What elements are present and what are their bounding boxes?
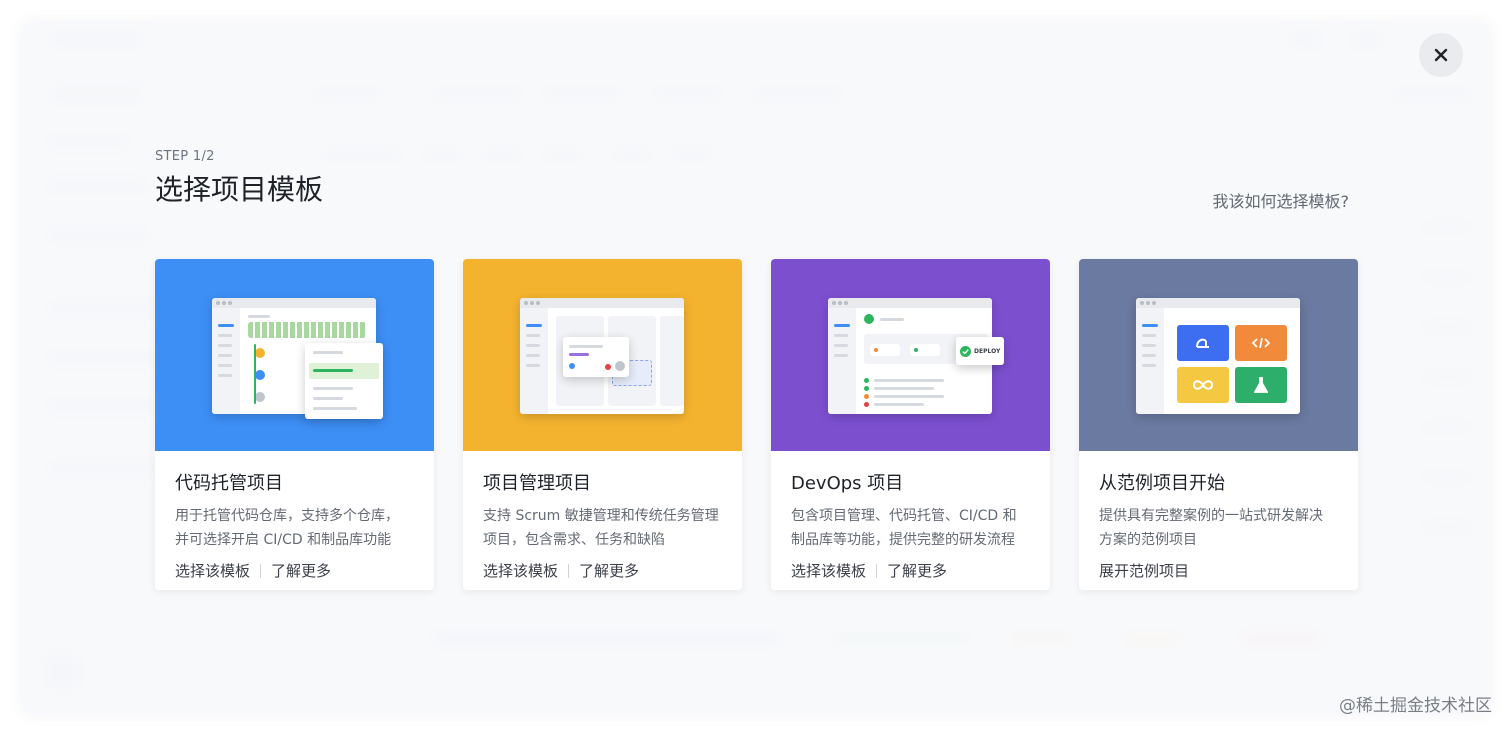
template-card-sample-project[interactable]: 从范例项目开始 提供具有完整案例的一站式研发解决 方案的范例项目 展开范例项目	[1079, 259, 1358, 590]
card-hero	[463, 259, 742, 451]
modal-title: 选择项目模板	[155, 173, 324, 206]
card-title: 从范例项目开始	[1099, 473, 1225, 494]
card-title: 代码托管项目	[175, 473, 283, 494]
card-hero: DEPLOY	[771, 259, 1050, 451]
ci-icon	[1177, 325, 1229, 361]
card-description: 提供具有完整案例的一站式研发解决 方案的范例项目	[1099, 508, 1323, 548]
task-card	[563, 337, 629, 377]
card-description: 用于托管代码仓库，支持多个仓库， 并可选择开启 CI/CD 和制品库功能	[175, 508, 399, 548]
select-template-button[interactable]: 选择该模板	[175, 560, 250, 581]
code-review-panel	[305, 343, 383, 419]
help-link[interactable]: 我该如何选择模板?	[1213, 188, 1350, 212]
step-indicator: STEP 1/2	[155, 149, 215, 164]
watermark: @稀土掘金技术社区	[1339, 696, 1492, 716]
select-template-button[interactable]: 选择该模板	[791, 560, 866, 581]
learn-more-link[interactable]: 了解更多	[579, 560, 639, 581]
template-card-devops[interactable]: DEPLOY DevOps 项目 包含项目管理、代码托管、CI/CD 和 制品库…	[771, 259, 1050, 590]
card-hero	[1079, 259, 1358, 451]
deploy-label: DEPLOY	[974, 347, 1001, 355]
learn-more-link[interactable]: 了解更多	[887, 560, 947, 581]
card-hero	[155, 259, 434, 451]
select-template-button[interactable]: 选择该模板	[483, 560, 558, 581]
card-title: DevOps 项目	[791, 473, 904, 494]
divider	[876, 563, 878, 578]
card-description: 包含项目管理、代码托管、CI/CD 和 制品库等功能，提供完整的研发流程	[791, 508, 1017, 548]
template-card-code-hosting[interactable]: 代码托管项目 用于托管代码仓库，支持多个仓库， 并可选择开启 CI/CD 和制品…	[155, 259, 434, 590]
template-card-project-management[interactable]: 项目管理项目 支持 Scrum 敏捷管理和传统任务管理 项目，包含需求、任务和缺…	[463, 259, 742, 590]
deploy-badge: DEPLOY	[956, 337, 1004, 365]
flask-icon	[1235, 367, 1287, 403]
infinity-icon	[1177, 367, 1229, 403]
code-icon	[1235, 325, 1287, 361]
learn-more-link[interactable]: 了解更多	[271, 560, 331, 581]
expand-samples-button[interactable]: 展开范例项目	[1099, 560, 1189, 581]
divider	[568, 563, 570, 578]
check-circle-icon	[960, 345, 971, 357]
card-title: 项目管理项目	[483, 473, 591, 494]
card-description: 支持 Scrum 敏捷管理和传统任务管理 项目，包含需求、任务和缺陷	[483, 508, 719, 548]
divider	[260, 563, 262, 578]
sample-project-illustration	[1136, 298, 1300, 414]
close-icon	[1434, 48, 1448, 62]
close-button[interactable]	[1419, 33, 1463, 77]
